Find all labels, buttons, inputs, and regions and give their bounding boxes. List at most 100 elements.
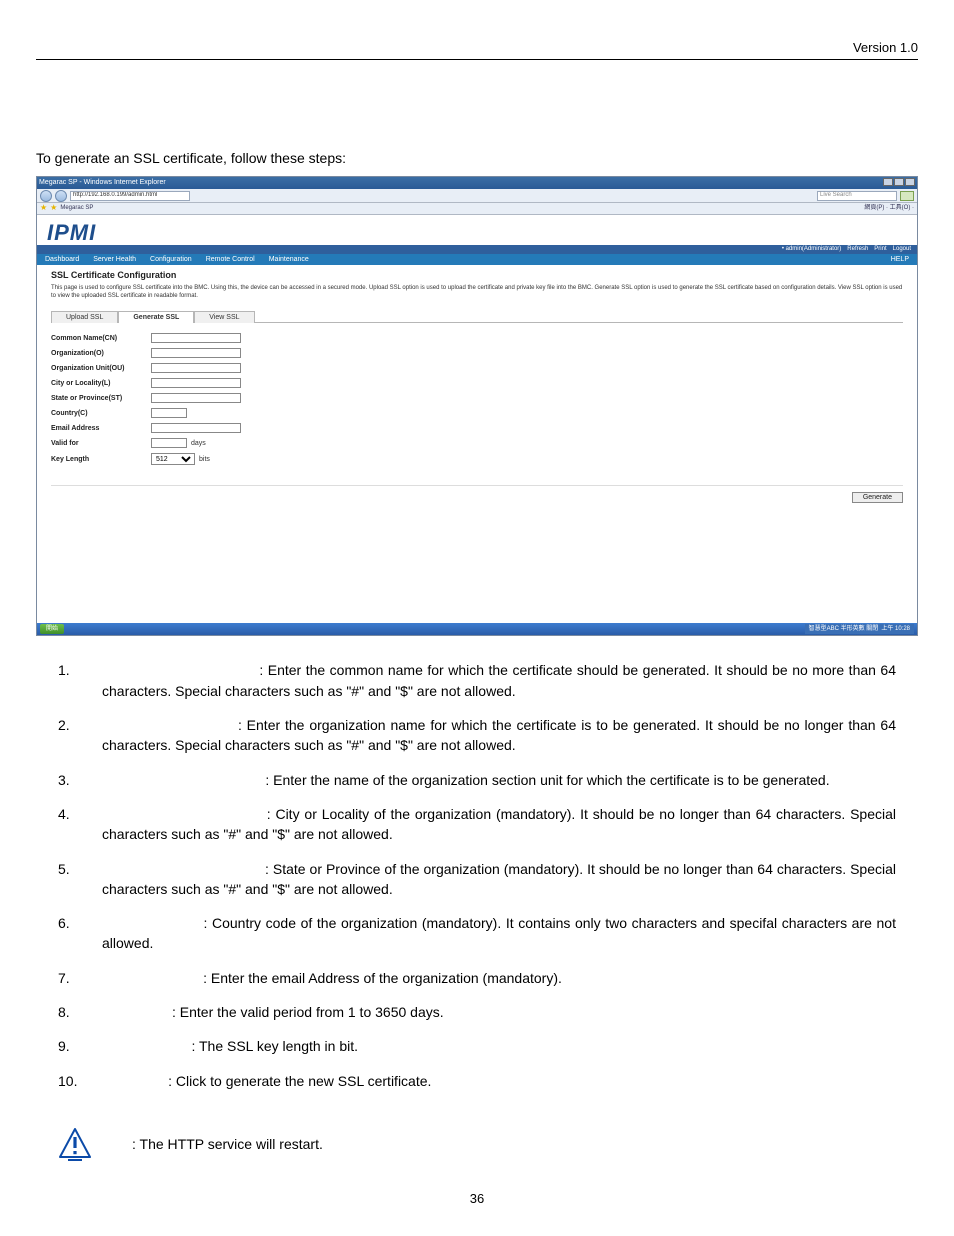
step-field-pad (102, 861, 265, 877)
step-field-pad (102, 1004, 172, 1020)
input-c[interactable] (151, 408, 187, 418)
ie-titlebar: Megarac SP - Windows Internet Explorer (37, 177, 917, 189)
unit-bits: bits (199, 456, 210, 464)
step-10: 10. : Click to generate the new SSL cert… (58, 1071, 896, 1091)
step-field-pad (102, 915, 204, 931)
step-text: : Country code of the organization (mand… (102, 915, 896, 951)
tab-upload-ssl[interactable]: Upload SSL (51, 311, 118, 324)
tray-ime-text: 智慧型ABC 半形英數 關閉 (809, 626, 879, 633)
step-text: : Click to generate the new SSL certific… (168, 1073, 431, 1089)
step-text: : Enter the name of the organization sec… (265, 772, 829, 788)
step-num: 9. (58, 1036, 102, 1056)
intro-text: To generate an SSL certificate, follow t… (36, 150, 918, 166)
step-2: 2. : Enter the organization name for whi… (58, 715, 896, 756)
close-icon[interactable] (905, 178, 915, 186)
menu-help[interactable]: HELP (891, 256, 909, 264)
ipmi-menubar: Dashboard Server Health Configuration Re… (37, 254, 917, 266)
input-ou[interactable] (151, 363, 241, 373)
step-6: 6. : Country code of the organization (m… (58, 913, 896, 954)
ipmi-header: IPMI (37, 215, 917, 245)
step-field-pad (102, 772, 265, 788)
step-3: 3. : Enter the name of the organization … (58, 770, 896, 790)
input-l[interactable] (151, 378, 241, 388)
page-number: 36 (36, 1191, 918, 1206)
input-o[interactable] (151, 348, 241, 358)
search-go-button[interactable] (900, 191, 914, 201)
menu-server-health[interactable]: Server Health (93, 256, 136, 264)
note-text: : The HTTP service will restart. (132, 1136, 323, 1152)
select-keylen[interactable]: 512 (151, 453, 195, 465)
label-c: Country(C) (51, 410, 151, 418)
step-field-pad (102, 806, 267, 822)
step-num: 4. (58, 804, 102, 845)
label-cn: Common Name(CN) (51, 335, 151, 343)
version-label: Version 1.0 (36, 40, 918, 55)
label-email: Email Address (51, 425, 151, 433)
tray-clock: 上午 10:28 (881, 626, 910, 633)
step-field-pad (102, 970, 203, 986)
logout-link[interactable]: Logout (893, 246, 911, 253)
address-bar[interactable]: http://192.168.0.199/admin.html (70, 191, 190, 201)
step-8: 8. : Enter the valid period from 1 to 36… (58, 1002, 896, 1022)
section-title: SSL Certificate Configuration (51, 271, 903, 281)
step-field-pad (102, 717, 238, 733)
step-field-pad (102, 1073, 168, 1089)
step-9: 9. : The SSL key length in bit. (58, 1036, 896, 1056)
ipmi-content: SSL Certificate Configuration This page … (37, 265, 917, 623)
step-7: 7. : Enter the email Address of the orga… (58, 968, 896, 988)
step-num: 5. (58, 859, 102, 900)
menu-remote-control[interactable]: Remote Control (206, 256, 255, 264)
label-st: State or Province(ST) (51, 395, 151, 403)
ie-navbar: http://192.168.0.199/admin.html Live Sea… (37, 189, 917, 203)
windows-taskbar: 開始 智慧型ABC 半形英數 關閉 上午 10:28 (37, 623, 917, 635)
favorites-icon[interactable]: ★ (40, 204, 47, 213)
maximize-icon[interactable] (894, 178, 904, 186)
input-email[interactable] (151, 423, 241, 433)
system-tray[interactable]: 智慧型ABC 半形英數 關閉 上午 10:28 (805, 624, 914, 634)
refresh-link[interactable]: Refresh (847, 246, 868, 253)
unit-days: days (191, 440, 206, 448)
step-field-pad (102, 1038, 191, 1054)
window-controls[interactable] (882, 178, 915, 189)
page-tab[interactable]: Megarac SP (60, 205, 93, 212)
minimize-icon[interactable] (883, 178, 893, 186)
tab-generate-ssl[interactable]: Generate SSL (118, 311, 194, 324)
label-o: Organization(O) (51, 350, 151, 358)
ipmi-logo: IPMI (47, 221, 907, 245)
warning-icon (58, 1127, 92, 1161)
ie-title-text: Megarac SP - Windows Internet Explorer (39, 179, 166, 187)
step-num: 8. (58, 1002, 102, 1022)
step-text: : The SSL key length in bit. (191, 1038, 358, 1054)
generate-button[interactable]: Generate (852, 492, 903, 503)
step-num: 10. (58, 1071, 102, 1091)
forward-button[interactable] (55, 190, 67, 202)
input-valid[interactable] (151, 438, 187, 448)
step-field-pad (102, 662, 259, 678)
start-button[interactable]: 開始 (40, 624, 64, 634)
step-text: : Enter the valid period from 1 to 3650 … (172, 1004, 444, 1020)
menu-maintenance[interactable]: Maintenance (269, 256, 309, 264)
back-button[interactable] (40, 190, 52, 202)
input-cn[interactable] (151, 333, 241, 343)
step-text: : Enter the email Address of the organiz… (203, 970, 562, 986)
ipmi-userbar: • admin(Administrator) Refresh Print Log… (37, 245, 917, 254)
ssl-tab-bar: Upload SSL Generate SSL View SSL (51, 310, 903, 324)
menu-dashboard[interactable]: Dashboard (45, 256, 79, 264)
add-favorite-icon[interactable]: ★ (50, 204, 57, 213)
step-4: 4. : City or Locality of the organizatio… (58, 804, 896, 845)
label-l: City or Locality(L) (51, 380, 151, 388)
ie-tools-menu[interactable]: 網頁(P) · 工具(O) · (864, 205, 914, 212)
menu-configuration[interactable]: Configuration (150, 256, 192, 264)
step-num: 2. (58, 715, 102, 756)
step-5: 5. : State or Province of the organizati… (58, 859, 896, 900)
ie-tabbar: ★ ★ Megarac SP 網頁(P) · 工具(O) · (37, 203, 917, 215)
label-ou: Organization Unit(OU) (51, 365, 151, 373)
label-valid: Valid for (51, 440, 151, 448)
step-num: 3. (58, 770, 102, 790)
print-link[interactable]: Print (874, 246, 886, 253)
search-input[interactable]: Live Search (817, 191, 897, 201)
step-num: 6. (58, 913, 102, 954)
tab-view-ssl[interactable]: View SSL (194, 311, 254, 324)
input-st[interactable] (151, 393, 241, 403)
step-num: 7. (58, 968, 102, 988)
